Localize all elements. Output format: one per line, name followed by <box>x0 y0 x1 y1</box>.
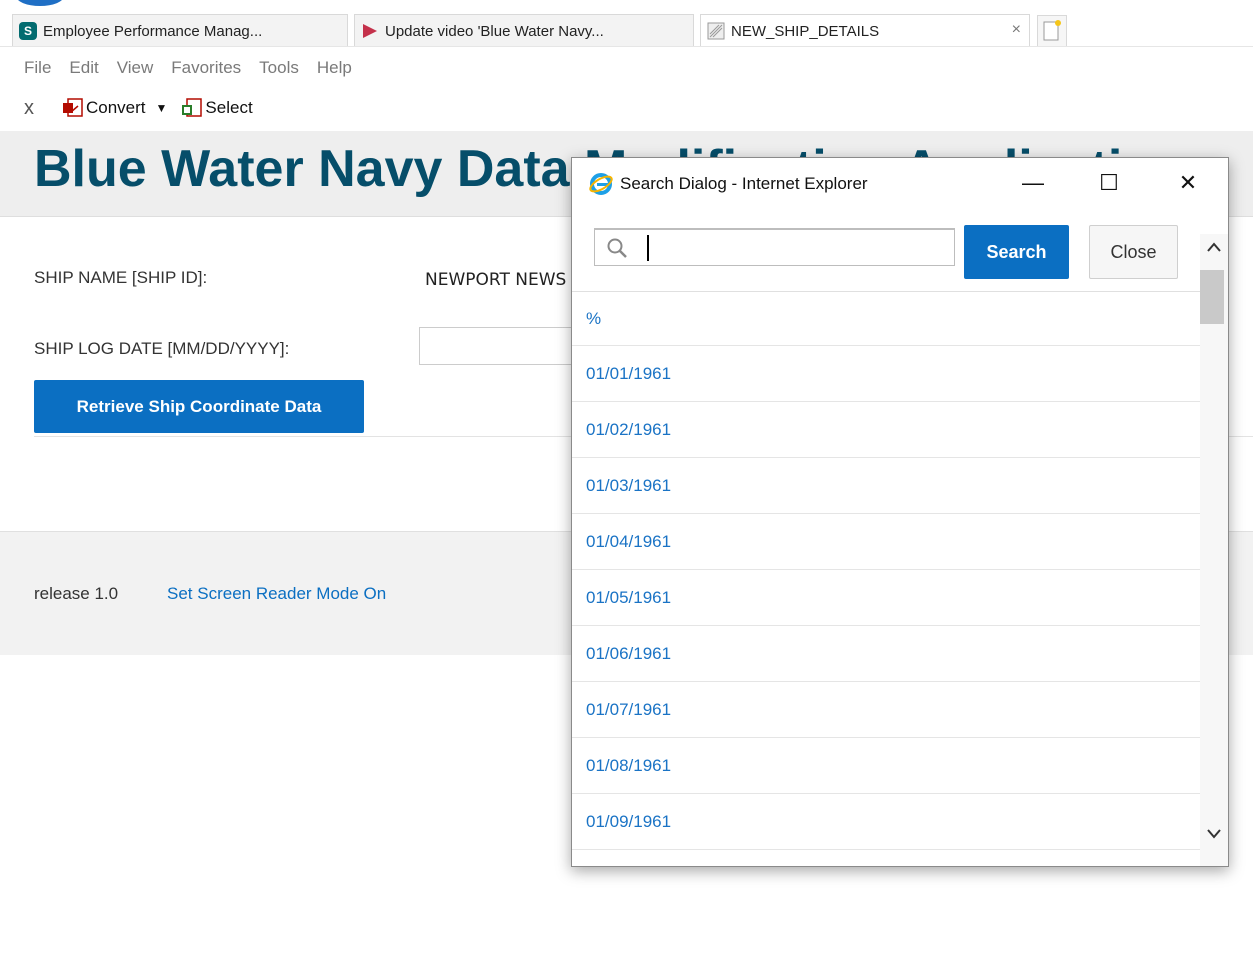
list-item[interactable]: % <box>572 292 1200 346</box>
pdf-toolbar: x Convert ▼ Select <box>0 93 253 123</box>
ship-log-date-label: SHIP LOG DATE [MM/DD/YYYY]: <box>34 339 290 358</box>
convert-button[interactable]: Convert ▼ <box>62 98 167 118</box>
minimize-button[interactable]: — <box>1018 168 1048 198</box>
ship-name-label: SHIP NAME [SHIP ID]: <box>34 268 208 287</box>
menu-favorites[interactable]: Favorites <box>171 54 241 84</box>
scroll-up-icon[interactable] <box>1200 234 1228 262</box>
dialog-titlebar[interactable]: Search Dialog - Internet Explorer — ☐ ✕ <box>572 158 1228 210</box>
search-icon <box>607 238 627 258</box>
page-icon <box>707 22 725 40</box>
internet-explorer-icon <box>589 173 613 195</box>
tab-label: NEW_SHIP_DETAILS <box>731 22 880 40</box>
search-input[interactable] <box>643 233 943 263</box>
search-row: Search Close <box>572 210 1200 292</box>
toolbar-close-button[interactable]: x <box>24 97 50 120</box>
list-item[interactable]: 01/07/1961 <box>572 682 1200 738</box>
select-label: Select <box>205 98 253 117</box>
menu-file[interactable]: File <box>24 54 51 84</box>
list-item[interactable]: 01/08/1961 <box>572 738 1200 794</box>
menu-bar: File Edit View Favorites Tools Help <box>0 54 370 84</box>
tab-new-ship-details[interactable]: NEW_SHIP_DETAILS × <box>700 14 1030 47</box>
close-window-button[interactable]: ✕ <box>1173 168 1203 198</box>
tab-employee-performance[interactable]: S Employee Performance Manag... <box>12 14 348 47</box>
new-tab-button[interactable] <box>1037 15 1067 46</box>
menu-help[interactable]: Help <box>317 54 352 84</box>
tab-update-video[interactable]: Update video 'Blue Water Navy... <box>354 14 694 47</box>
list-item[interactable]: 01/01/1961 <box>572 346 1200 402</box>
list-item[interactable]: 01/04/1961 <box>572 514 1200 570</box>
scroll-thumb[interactable] <box>1200 270 1224 324</box>
list-item[interactable]: 01/06/1961 <box>572 626 1200 682</box>
list-item[interactable]: 01/05/1961 <box>572 570 1200 626</box>
list-item[interactable]: 01/03/1961 <box>572 458 1200 514</box>
retrieve-ship-data-button[interactable]: Retrieve Ship Coordinate Data <box>34 380 364 433</box>
new-tab-icon <box>1043 20 1061 41</box>
screen-reader-mode-link[interactable]: Set Screen Reader Mode On <box>167 584 386 604</box>
scroll-down-icon[interactable] <box>1200 819 1228 847</box>
app-logo-fragment <box>16 0 64 6</box>
result-list: % 01/01/1961 01/02/1961 01/03/1961 01/04… <box>572 292 1200 866</box>
list-item[interactable]: 01/02/1961 <box>572 402 1200 458</box>
tab-bar-divider <box>0 46 1253 47</box>
release-version: release 1.0 <box>34 584 119 603</box>
dialog-scrollbar[interactable] <box>1200 234 1228 866</box>
close-tab-icon[interactable]: × <box>1012 21 1021 39</box>
stream-video-icon <box>363 24 377 38</box>
menu-view[interactable]: View <box>117 54 154 84</box>
maximize-button[interactable]: ☐ <box>1094 168 1124 198</box>
search-box[interactable] <box>594 228 955 266</box>
search-dialog-window: Search Dialog - Internet Explorer — ☐ ✕ … <box>571 157 1229 867</box>
list-item[interactable]: 01/09/1961 <box>572 794 1200 850</box>
menu-edit[interactable]: Edit <box>69 54 98 84</box>
convert-dropdown-icon[interactable]: ▼ <box>156 101 168 115</box>
dialog-title: Search Dialog - Internet Explorer <box>620 174 868 193</box>
browser-tab-bar: S Employee Performance Manag... Update v… <box>0 0 1253 47</box>
tab-label: Employee Performance Manag... <box>43 22 263 40</box>
close-dialog-button[interactable]: Close <box>1089 225 1178 279</box>
select-button[interactable]: Select <box>181 98 253 118</box>
search-button[interactable]: Search <box>964 225 1069 279</box>
select-icon <box>182 98 203 117</box>
convert-label: Convert <box>86 98 146 117</box>
tab-label: Update video 'Blue Water Navy... <box>385 22 604 40</box>
pdf-convert-icon <box>63 98 83 117</box>
menu-tools[interactable]: Tools <box>259 54 299 84</box>
sharepoint-icon: S <box>19 22 37 40</box>
